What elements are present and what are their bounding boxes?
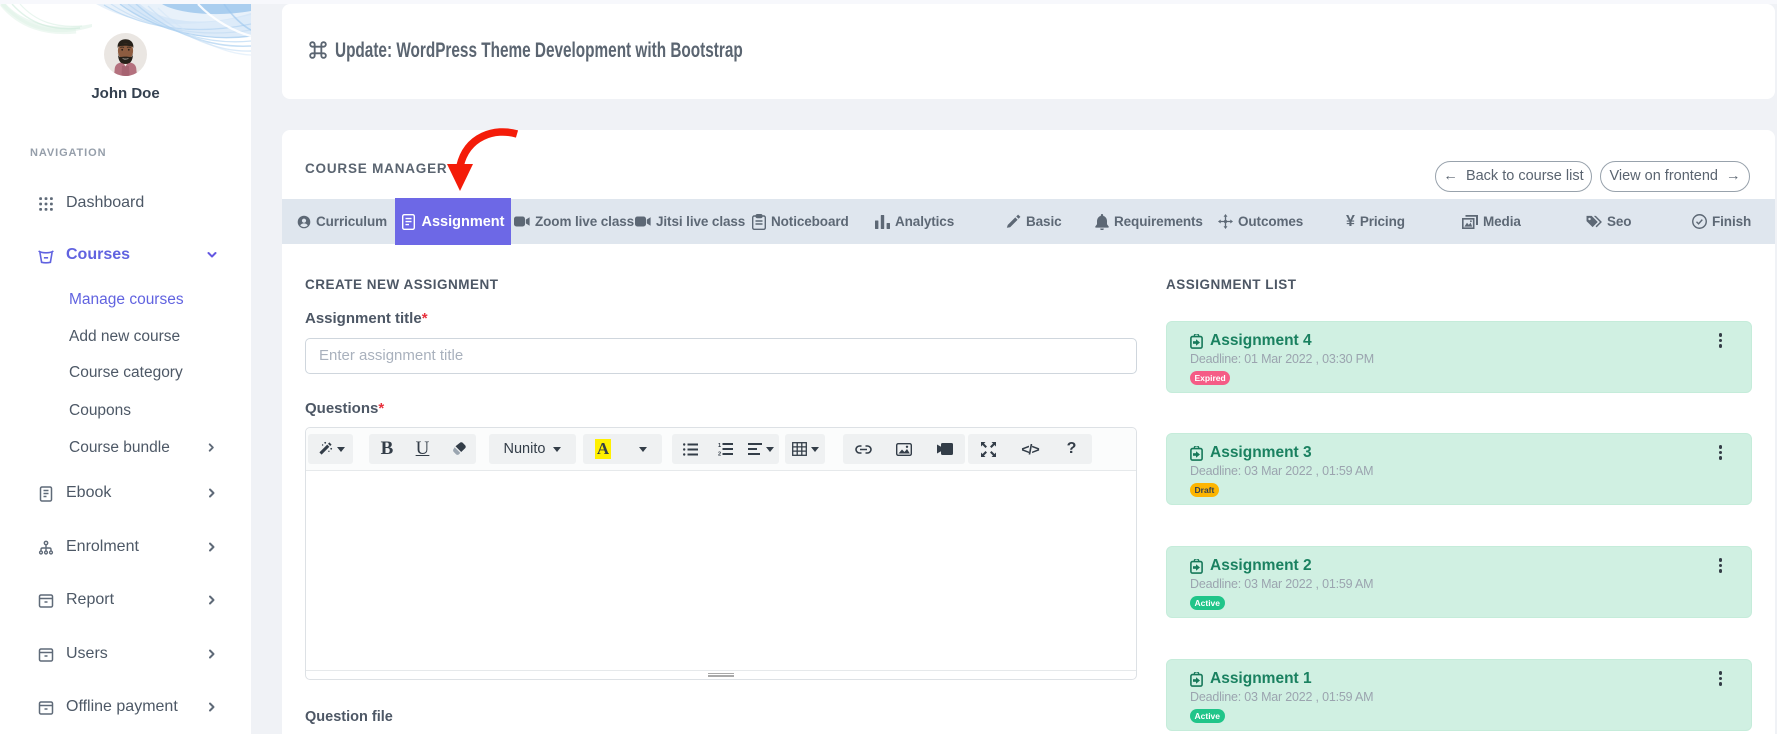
svg-text:2: 2 <box>718 452 721 456</box>
svg-text:1: 1 <box>718 443 721 449</box>
